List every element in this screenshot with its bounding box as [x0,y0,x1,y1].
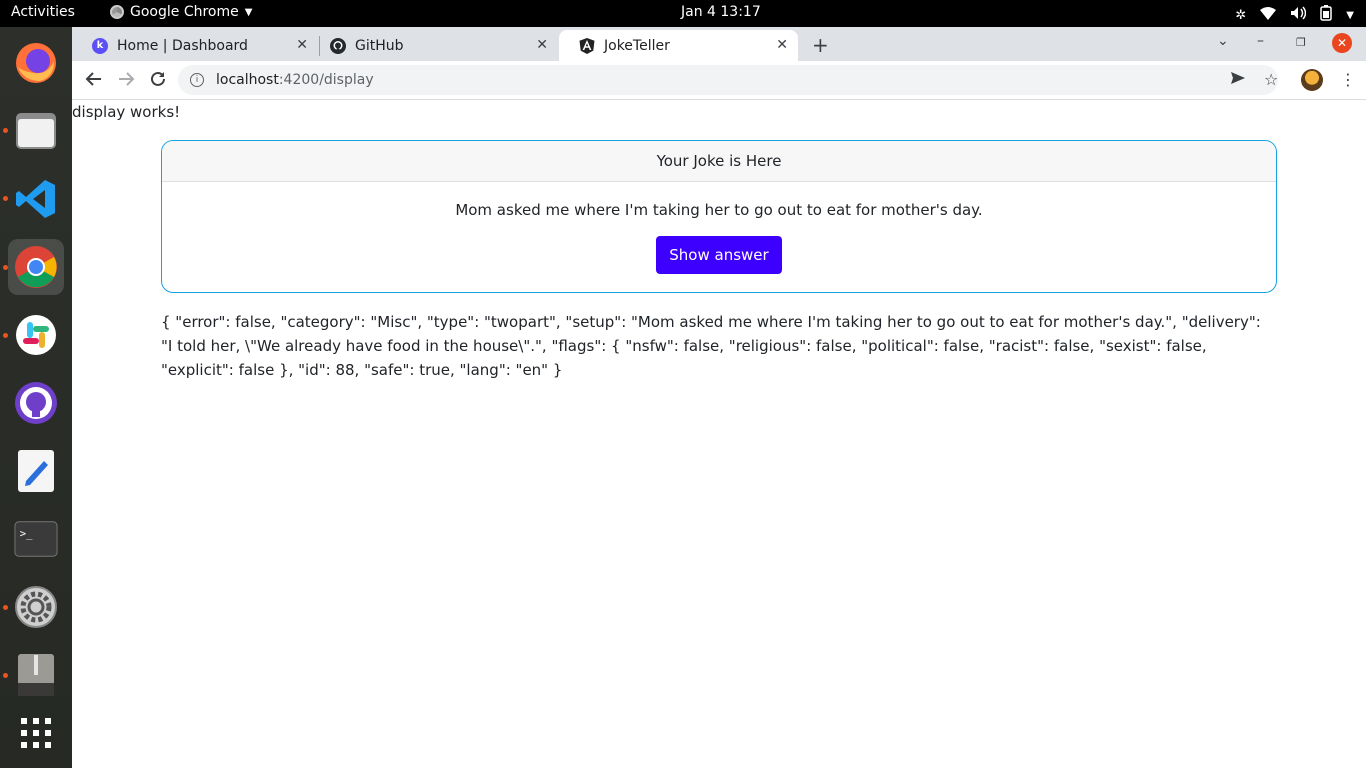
page-content: display works! Your Joke is Here Mom ask… [72,100,1366,768]
dock-item-settings[interactable] [8,579,64,635]
joke-card: Your Joke is Here Mom asked me where I'm… [161,140,1277,293]
address-bar[interactable]: i localhost:4200/display [178,65,1278,95]
github-desktop-icon [14,381,58,425]
battery-icon [1320,5,1333,25]
show-apps-icon [14,711,58,755]
system-tray[interactable]: ✲ ▼ [1235,5,1354,25]
tab-title: GitHub [355,37,404,54]
new-tab-button[interactable]: + [812,33,829,57]
volume-icon [1290,6,1307,24]
tab-strip: k Home | Dashboard ✕ GitHub ✕ JokeTeller… [72,27,1366,61]
firefox-icon [14,41,58,85]
dock-item-vscode[interactable] [8,171,64,227]
show-answer-button[interactable]: Show answer [656,236,782,274]
site-info-icon[interactable]: i [190,73,204,87]
joke-setup-text: Mom asked me where I'm taking her to go … [455,201,983,219]
slack-icon [14,313,58,357]
dock-item-firefox[interactable] [8,35,64,91]
settings-icon [14,585,58,629]
activities-button[interactable]: Activities [11,4,75,20]
joke-card-body: Mom asked me where I'm taking her to go … [162,201,1276,274]
minimize-icon[interactable]: – [1257,33,1264,49]
text-editor-icon [14,449,58,493]
back-button[interactable] [85,70,103,93]
forward-button[interactable] [117,70,135,93]
send-tab-icon[interactable] [1230,70,1246,90]
close-icon[interactable]: ✕ [296,37,308,53]
caret-down-icon: ▼ [1346,9,1354,21]
restore-icon[interactable]: ❐ [1296,36,1306,49]
browser-toolbar: i localhost:4200/display ☆ ⋮ [72,61,1366,100]
component-status-text: display works! [72,103,181,121]
dock: >_ [0,27,72,768]
chrome-icon [110,5,124,19]
tab-joketeller[interactable]: JokeTeller ✕ [559,30,798,61]
vscode-icon [14,177,58,221]
angular-favicon-icon [579,37,595,54]
chrome-icon [14,245,58,289]
window-close-button[interactable]: ✕ [1332,33,1352,53]
terminal-icon: >_ [14,517,58,561]
gnome-top-bar: Activities Google Chrome ▼ Jan 4 13:17 ✲… [0,0,1366,27]
svg-text:>_: >_ [20,528,33,540]
url-path: :4200/display [278,72,374,88]
dock-item-text-editor[interactable] [8,443,64,499]
more-menu-icon[interactable]: ⋮ [1340,70,1356,89]
tab-github[interactable]: GitHub ✕ [310,30,558,61]
app-menu[interactable]: Google Chrome ▼ [110,4,252,20]
slack-tray-icon[interactable]: ✲ [1235,8,1246,23]
dashboard-favicon-icon: k [92,37,108,54]
clock[interactable]: Jan 4 13:17 [681,4,761,20]
dock-item-files[interactable] [8,103,64,159]
profile-avatar[interactable] [1301,69,1323,91]
bookmark-star-icon[interactable]: ☆ [1264,70,1278,89]
dock-item-show-apps[interactable] [8,705,64,761]
joke-json-dump: { "error": false, "category": "Misc", "t… [161,313,1261,379]
dock-item-terminal[interactable]: >_ [8,511,64,567]
tab-title: JokeTeller [604,37,670,54]
tab-title: Home | Dashboard [117,37,248,54]
files-icon [14,109,58,153]
joke-card-header: Your Joke is Here [162,141,1276,182]
caret-down-icon: ▼ [244,6,253,18]
url-host: localhost [216,72,279,88]
dock-item-archive[interactable] [8,647,64,703]
dock-item-slack[interactable] [8,307,64,363]
tab-search-icon[interactable]: ⌄ [1217,33,1229,49]
close-icon[interactable]: ✕ [776,37,788,53]
app-menu-label: Google Chrome [130,4,239,20]
tab-dashboard[interactable]: k Home | Dashboard ✕ [72,30,318,61]
close-icon[interactable]: ✕ [536,37,548,53]
dock-item-chrome[interactable] [8,239,64,295]
github-favicon-icon [330,37,346,54]
wifi-icon [1260,6,1277,24]
archive-icon [14,653,58,697]
dock-item-github-desktop[interactable] [8,375,64,431]
reload-button[interactable] [149,70,167,93]
